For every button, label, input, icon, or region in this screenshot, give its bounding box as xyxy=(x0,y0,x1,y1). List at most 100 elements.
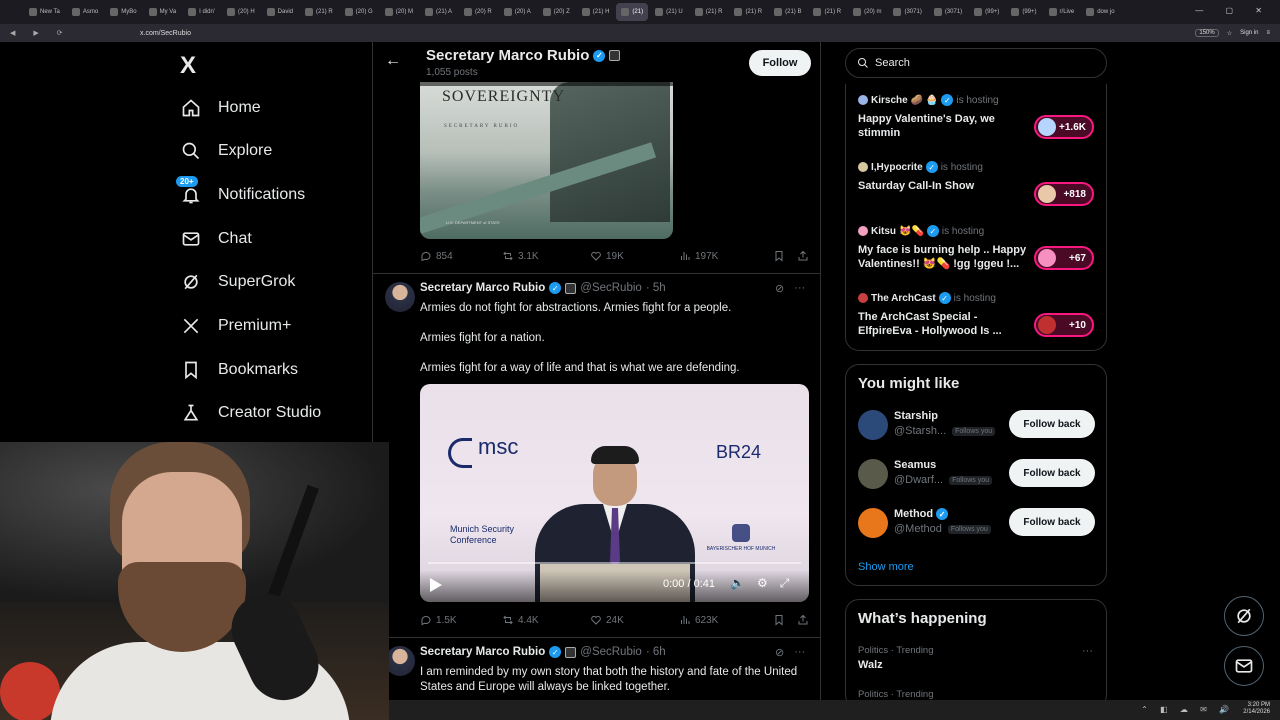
listener-count-pill[interactable]: +10 xyxy=(1034,313,1094,337)
repost-button[interactable]: 4.4K xyxy=(502,614,590,626)
follow-back-button[interactable]: Follow back xyxy=(1009,410,1095,438)
views-button[interactable]: 197K xyxy=(679,250,773,262)
nav-supergrok[interactable]: SuperGrok xyxy=(172,262,295,302)
browser-tab[interactable]: (20) A xyxy=(499,3,536,21)
video-player[interactable]: msc BR24 Munich Security Conference BAYE… xyxy=(420,384,809,602)
repost-button[interactable]: 3.1K xyxy=(502,250,590,262)
back-arrow-icon[interactable]: ← xyxy=(385,52,401,70)
window-controls[interactable]: — ▢ ✕ xyxy=(1195,6,1272,15)
trend-name[interactable]: Walz xyxy=(858,659,883,671)
nav-creator-studio[interactable]: Creator Studio xyxy=(172,393,321,433)
browser-tab[interactable]: (21) R xyxy=(729,3,767,21)
nav-chat[interactable]: Chat xyxy=(172,219,252,259)
settings-gear-icon[interactable]: ⚙ xyxy=(757,576,768,591)
sign-in-button[interactable]: Sign in xyxy=(1240,30,1258,36)
system-clock[interactable]: 3:20 PM 2/14/2026 xyxy=(1243,702,1270,716)
browser-tab[interactable]: (3071) xyxy=(929,3,967,21)
post-time[interactable]: · 5h xyxy=(646,282,666,294)
browser-tab[interactable]: David xyxy=(262,3,298,21)
browser-tab[interactable]: (20) H xyxy=(222,3,260,21)
views-button[interactable]: 623K xyxy=(679,614,773,626)
browser-tab[interactable]: (99+) xyxy=(969,3,1004,21)
browser-tab[interactable]: (21) xyxy=(616,3,649,21)
browser-tab[interactable]: New Ta xyxy=(24,3,65,21)
show-more-link[interactable]: Show more xyxy=(858,561,914,573)
like-button[interactable]: 19K xyxy=(590,250,679,262)
share-button[interactable] xyxy=(797,614,809,626)
browser-tab[interactable]: (21) R xyxy=(690,3,728,21)
nav-home[interactable]: Home xyxy=(172,88,261,128)
share-button[interactable] xyxy=(797,250,809,262)
browser-tab[interactable]: (20) m xyxy=(848,3,886,21)
browser-tab[interactable]: (21) A xyxy=(420,3,457,21)
grok-fab-button[interactable] xyxy=(1224,596,1264,636)
browser-tab[interactable]: (21) R xyxy=(808,3,846,21)
system-tray-icons[interactable]: ⌃ ◧ ☁ ✉ 🔊 xyxy=(1141,705,1234,714)
avatar[interactable] xyxy=(858,459,888,489)
avatar[interactable] xyxy=(858,508,888,538)
like-button[interactable]: 24K xyxy=(590,614,679,626)
browser-tab[interactable]: (3071) xyxy=(888,3,926,21)
play-icon[interactable] xyxy=(430,578,442,592)
browser-tab[interactable]: (21) H xyxy=(577,3,615,21)
tab-favicon-icon xyxy=(226,8,235,16)
nav-notifications[interactable]: 20+ Notifications xyxy=(172,175,305,215)
reply-button[interactable]: 854 xyxy=(420,250,502,262)
follow-button[interactable]: Follow xyxy=(749,50,811,76)
browser-tab[interactable]: (21) R xyxy=(300,3,338,21)
browser-tab[interactable]: (20) G xyxy=(340,3,378,21)
browser-tab[interactable]: Asmo xyxy=(67,3,103,21)
fullscreen-icon[interactable]: ⤢ xyxy=(780,576,790,591)
listener-count-pill[interactable]: +818 xyxy=(1034,182,1094,206)
nav-explore[interactable]: Explore xyxy=(172,131,272,171)
menu-icon[interactable]: ≡ xyxy=(1266,30,1270,36)
browser-tab[interactable]: My Va xyxy=(144,3,182,21)
browser-tab[interactable]: r/Live xyxy=(1044,3,1080,21)
video-scrubber[interactable] xyxy=(428,562,801,564)
browser-nav-buttons[interactable]: ◀ ▶ ⟳ xyxy=(0,29,140,37)
browser-tab[interactable]: (20) R xyxy=(459,3,497,21)
author-name[interactable]: Secretary Marco Rubio xyxy=(420,646,545,658)
browser-tab[interactable]: (20) Z xyxy=(538,3,575,21)
follow-suggestion[interactable]: Seamus @Dwarf... Follows you Follow back xyxy=(858,457,1098,493)
zoom-level[interactable]: 150% xyxy=(1195,29,1219,37)
bookmark-post-button[interactable] xyxy=(773,250,797,262)
browser-tab[interactable]: (99+) xyxy=(1006,3,1041,21)
post-time[interactable]: · 6h xyxy=(646,646,666,658)
browser-tab[interactable]: MyBo xyxy=(105,3,141,21)
listener-count-pill[interactable]: +67 xyxy=(1034,246,1094,270)
x-logo[interactable]: X xyxy=(180,52,196,80)
grok-icon[interactable]: ⊘ xyxy=(775,646,784,659)
search-input[interactable] xyxy=(875,57,1075,69)
author-name[interactable]: Secretary Marco Rubio xyxy=(420,282,545,294)
follow-suggestion[interactable]: Starship @Starsh... Follows you Follow b… xyxy=(858,408,1098,444)
browser-tab[interactable]: I didn' xyxy=(183,3,220,21)
messages-fab-button[interactable] xyxy=(1224,646,1264,686)
follow-suggestion[interactable]: Method ✓ @Method Follows you Follow back xyxy=(858,506,1098,542)
browser-tab[interactable]: dow jo xyxy=(1081,3,1119,21)
follow-back-button[interactable]: Follow back xyxy=(1009,459,1095,487)
more-icon[interactable]: ··· xyxy=(1082,645,1093,657)
author-handle[interactable]: @SecRubio xyxy=(580,646,642,658)
post-image[interactable]: SOVEREIGNTY SECRETARY RUBIO U.S. DEPARTM… xyxy=(420,82,673,239)
avatar[interactable] xyxy=(858,410,888,440)
volume-icon[interactable]: 🔈 xyxy=(730,576,745,591)
nav-premium[interactable]: Premium+ xyxy=(172,306,291,346)
follow-back-button[interactable]: Follow back xyxy=(1009,508,1095,536)
url-field[interactable]: x.com/SecRubio xyxy=(140,30,191,37)
browser-tab[interactable]: (21) B xyxy=(769,3,806,21)
listener-count-pill[interactable]: +1.6K xyxy=(1034,115,1094,139)
browser-tab[interactable]: (20) M xyxy=(380,3,418,21)
author-handle[interactable]: @SecRubio xyxy=(580,282,642,294)
bookmark-star-icon[interactable]: ☆ xyxy=(1227,30,1232,37)
bookmark-post-button[interactable] xyxy=(773,614,797,626)
avatar[interactable] xyxy=(385,282,415,312)
more-icon[interactable]: ··· xyxy=(794,646,805,659)
search-box[interactable] xyxy=(845,48,1107,78)
nav-bookmarks[interactable]: Bookmarks xyxy=(172,350,298,390)
grok-icon[interactable]: ⊘ xyxy=(775,282,784,295)
reply-button[interactable]: 1.5K xyxy=(420,614,502,626)
browser-tab[interactable]: (21) U xyxy=(650,3,688,21)
avatar[interactable] xyxy=(385,646,415,676)
more-icon[interactable]: ··· xyxy=(794,282,805,295)
